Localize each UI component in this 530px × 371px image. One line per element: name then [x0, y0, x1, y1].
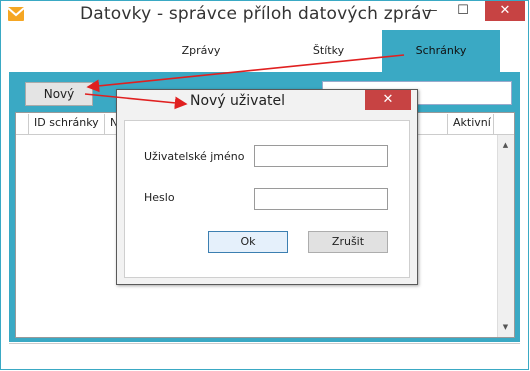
- scroll-down-icon[interactable]: ▼: [497, 320, 514, 334]
- envelope-icon: [8, 7, 24, 21]
- status-bar: [9, 343, 520, 361]
- column-header-id-schranky[interactable]: ID schránky: [34, 116, 99, 129]
- username-field[interactable]: [254, 145, 388, 167]
- column-divider: [447, 114, 448, 134]
- column-divider: [493, 114, 494, 134]
- cancel-button[interactable]: Zrušit: [308, 231, 388, 253]
- window-title: Datovky - správce příloh datových zpráv: [80, 4, 432, 24]
- tab-stitky[interactable]: Štítky: [276, 30, 381, 72]
- column-divider: [104, 114, 105, 134]
- username-label: Uživatelské jméno: [144, 150, 245, 163]
- vertical-scrollbar[interactable]: [497, 135, 514, 337]
- tab-zpravy[interactable]: Zprávy: [127, 30, 275, 72]
- ok-button[interactable]: Ok: [208, 231, 288, 253]
- column-divider: [28, 114, 29, 134]
- password-label: Heslo: [144, 191, 175, 204]
- maximize-button[interactable]: ☐: [452, 1, 474, 21]
- minimize-button[interactable]: —: [420, 1, 442, 21]
- tab-schranky[interactable]: Schránky: [382, 30, 500, 72]
- dialog-close-button[interactable]: ✕: [365, 90, 411, 110]
- column-header-aktivni[interactable]: Aktivní: [453, 116, 491, 129]
- scroll-up-icon[interactable]: ▲: [497, 138, 514, 152]
- new-button[interactable]: Nový: [25, 82, 93, 106]
- close-button[interactable]: ✕: [485, 1, 525, 21]
- dialog-title: Nový uživatel: [190, 93, 286, 109]
- password-field[interactable]: [254, 188, 388, 210]
